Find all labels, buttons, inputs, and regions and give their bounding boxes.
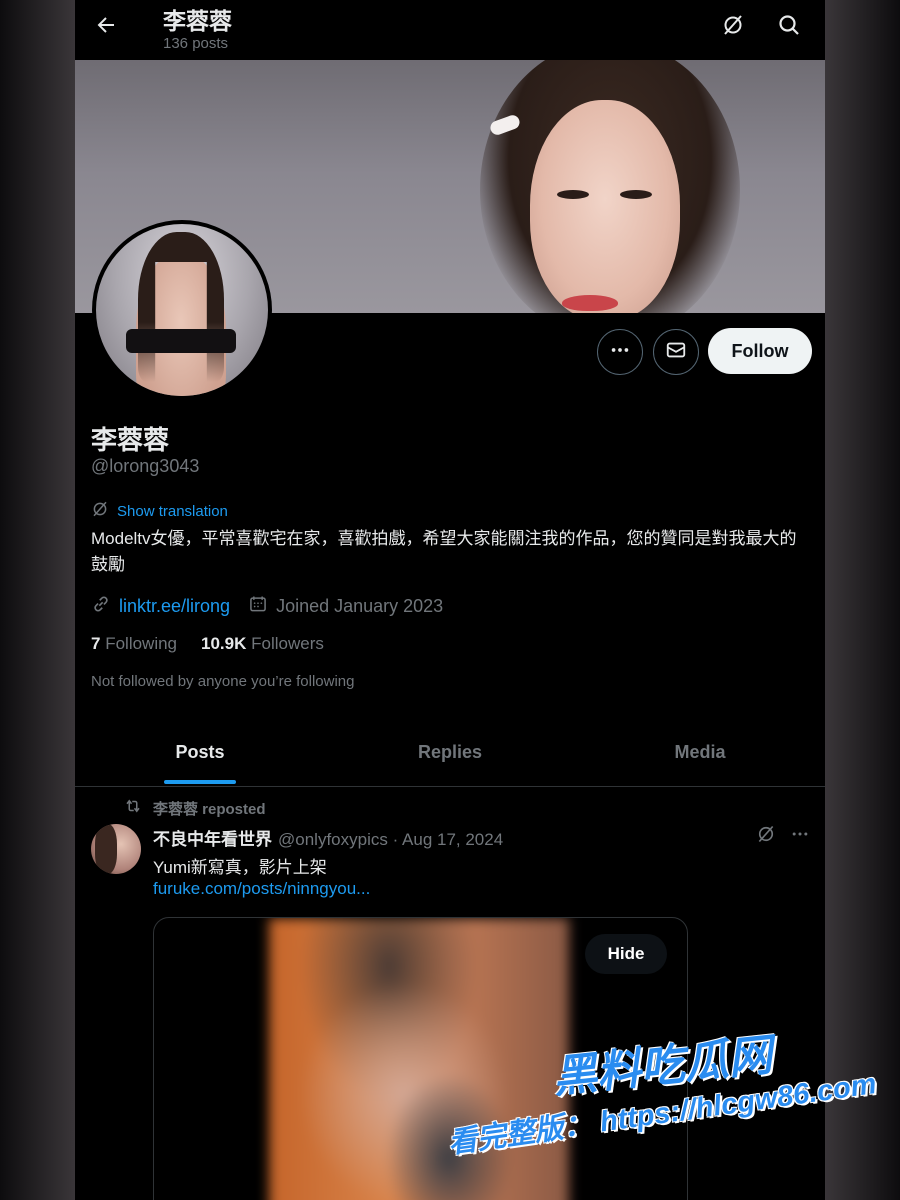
post-author-avatar[interactable]: [91, 824, 141, 874]
profile-bio: Modeltv女優，平常喜歡宅在家，喜歡拍戲，希望大家能關注我的作品，您的贊同是…: [91, 529, 797, 574]
follow-button[interactable]: Follow: [708, 328, 812, 374]
profile-link[interactable]: linktr.ee/lirong: [91, 594, 230, 619]
tab-replies-label: Replies: [417, 741, 483, 762]
follow-stats: 7 Following 10.9K Followers: [91, 634, 348, 654]
tab-media[interactable]: Media: [575, 718, 825, 786]
link-icon: [91, 594, 111, 619]
followers-count: 10.9K: [201, 634, 247, 653]
post-link[interactable]: furuke.com/posts/ninngyou...: [153, 879, 370, 899]
right-backdrop: [825, 0, 900, 1200]
tab-media-label: Media: [674, 741, 726, 762]
left-backdrop: [0, 0, 75, 1200]
back-button[interactable]: [89, 10, 123, 44]
active-tab-indicator: [164, 780, 236, 784]
following-count: 7: [91, 634, 101, 653]
repost-indicator: 李蓉蓉 reposted: [123, 797, 266, 819]
search-button[interactable]: [774, 12, 804, 42]
search-icon: [777, 13, 801, 42]
tab-posts-label: Posts: [175, 741, 225, 762]
user-handle: @lorong3043: [91, 456, 200, 476]
more-dots-icon: [609, 339, 631, 366]
blurred-media-image: [269, 918, 569, 1200]
topbar-post-count: 136 posts: [163, 35, 229, 52]
tab-replies[interactable]: Replies: [325, 718, 575, 786]
show-translation-label: Show translation: [117, 503, 228, 520]
show-translation-link[interactable]: Show translation: [91, 500, 228, 523]
post-text: Yumi新寫真，影片上架: [153, 858, 327, 877]
more-button[interactable]: [597, 329, 643, 375]
followers-stat[interactable]: 10.9K Followers: [201, 634, 324, 654]
post-grok-button[interactable]: [754, 824, 778, 848]
hide-media-button[interactable]: Hide: [585, 934, 667, 974]
post-handle-date[interactable]: @onlyfoxypics · Aug 17, 2024: [278, 830, 503, 850]
top-bar: 李蓉蓉 136 posts: [75, 0, 825, 60]
repost-icon: [123, 797, 143, 819]
followers-label: Followers: [251, 634, 324, 653]
not-followed-note: Not followed by anyone you’re following: [91, 673, 355, 690]
topbar-name: 李蓉蓉: [163, 8, 232, 34]
grok-icon: [756, 824, 776, 849]
more-dots-icon: [790, 824, 810, 849]
calendar-icon: [248, 594, 268, 619]
mail-icon: [665, 339, 687, 366]
grok-button[interactable]: [718, 12, 748, 42]
following-label: Following: [105, 634, 178, 653]
profile-page: 李蓉蓉 136 posts Follow 李蓉蓉 @lorong3043 Sho…: [75, 0, 825, 1200]
grok-icon: [91, 500, 109, 523]
repost-label: 李蓉蓉 reposted: [153, 800, 266, 818]
profile-meta: linktr.ee/lirong Joined January 2023: [91, 594, 461, 619]
post-more-button[interactable]: [788, 824, 812, 848]
profile-avatar[interactable]: [92, 220, 272, 400]
join-date: Joined January 2023: [248, 594, 443, 619]
profile-link-text: linktr.ee/lirong: [119, 596, 231, 616]
display-name: 李蓉蓉: [91, 425, 170, 455]
back-arrow-icon: [94, 13, 118, 42]
message-button[interactable]: [653, 329, 699, 375]
tab-posts[interactable]: Posts: [75, 718, 325, 786]
join-date-text: Joined January 2023: [276, 596, 444, 616]
following-stat[interactable]: 7 Following: [91, 634, 177, 654]
profile-tabs: Posts Replies Media: [75, 718, 825, 787]
grok-icon: [721, 13, 745, 42]
post-header: 不良中年看世界 @onlyfoxypics · Aug 17, 2024: [153, 825, 503, 850]
post-author-name[interactable]: 不良中年看世界: [153, 825, 272, 850]
